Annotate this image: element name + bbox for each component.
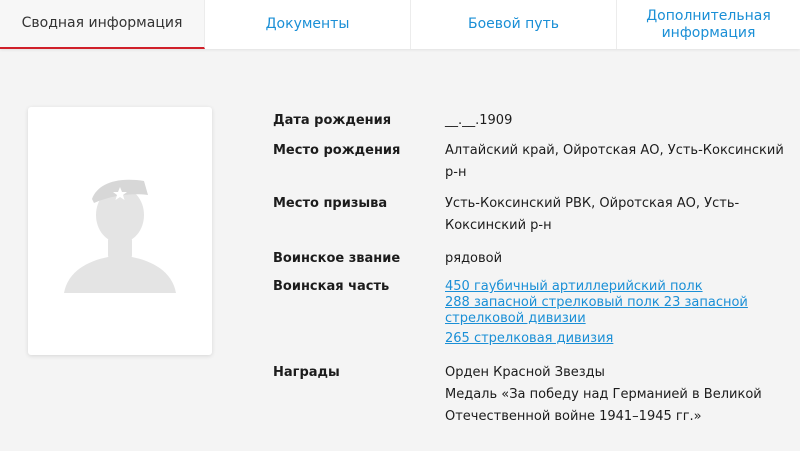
unit-link-450-howitzer[interactable]: 450 гаубичный артиллерийский полк <box>445 279 790 295</box>
birth-place-value: Алтайский край, Ойротская АО, Усть-Кокси… <box>445 143 784 180</box>
award-item: Орден Красной Звезды <box>445 365 605 380</box>
soldier-silhouette-icon <box>64 179 176 293</box>
row-rank: Воинское звание рядовой <box>273 248 793 275</box>
military-unit-links: 450 гаубичный артиллерийский полк 288 за… <box>445 276 790 362</box>
rank-label: Воинское звание <box>273 251 401 266</box>
draft-place-label: Место призыва <box>273 196 388 211</box>
unit-link-288-reserve[interactable]: 288 запасной стрелковый полк 23 запасной… <box>445 295 790 327</box>
military-unit-label: Воинская часть <box>273 279 390 294</box>
rank-value: рядовой <box>445 251 503 266</box>
photo-card <box>28 107 212 355</box>
birth-date-value: __.__.1909 <box>445 113 513 128</box>
tab-summary[interactable]: Сводная информация <box>0 0 205 49</box>
row-military-unit: Воинская часть 450 гаубичный артиллерийс… <box>273 275 793 362</box>
awards-label: Награды <box>273 365 340 380</box>
awards-list: Орден Красной Звезды Медаль «За победу н… <box>445 362 790 428</box>
tab-combat-path[interactable]: Боевой путь <box>411 0 617 49</box>
row-birth-date: Дата рождения __.__.1909 <box>273 110 793 140</box>
birth-place-label: Место рождения <box>273 143 401 158</box>
row-birth-place: Место рождения Алтайский край, Ойротская… <box>273 140 793 193</box>
row-awards: Награды Орден Красной Звезды Медаль «За … <box>273 362 793 428</box>
soldier-info: Дата рождения __.__.1909 Место рождения … <box>273 110 793 428</box>
tab-additional-info-label: Дополнительная информация <box>646 7 771 41</box>
tab-documents[interactable]: Документы <box>205 0 411 49</box>
row-draft-place: Место призыва Усть-Коксинский РВК, Ойрот… <box>273 193 793 248</box>
award-item: Медаль «За победу над Германией в Велико… <box>445 387 762 424</box>
draft-place-value: Усть-Коксинский РВК, Ойротская АО, Усть-… <box>445 196 740 233</box>
tab-bar: Сводная информация Документы Боевой путь… <box>0 0 800 49</box>
birth-date-label: Дата рождения <box>273 113 392 128</box>
unit-link-265-division[interactable]: 265 стрелковая дивизия <box>445 331 790 347</box>
tab-additional-info[interactable]: Дополнительная информация <box>617 0 800 49</box>
